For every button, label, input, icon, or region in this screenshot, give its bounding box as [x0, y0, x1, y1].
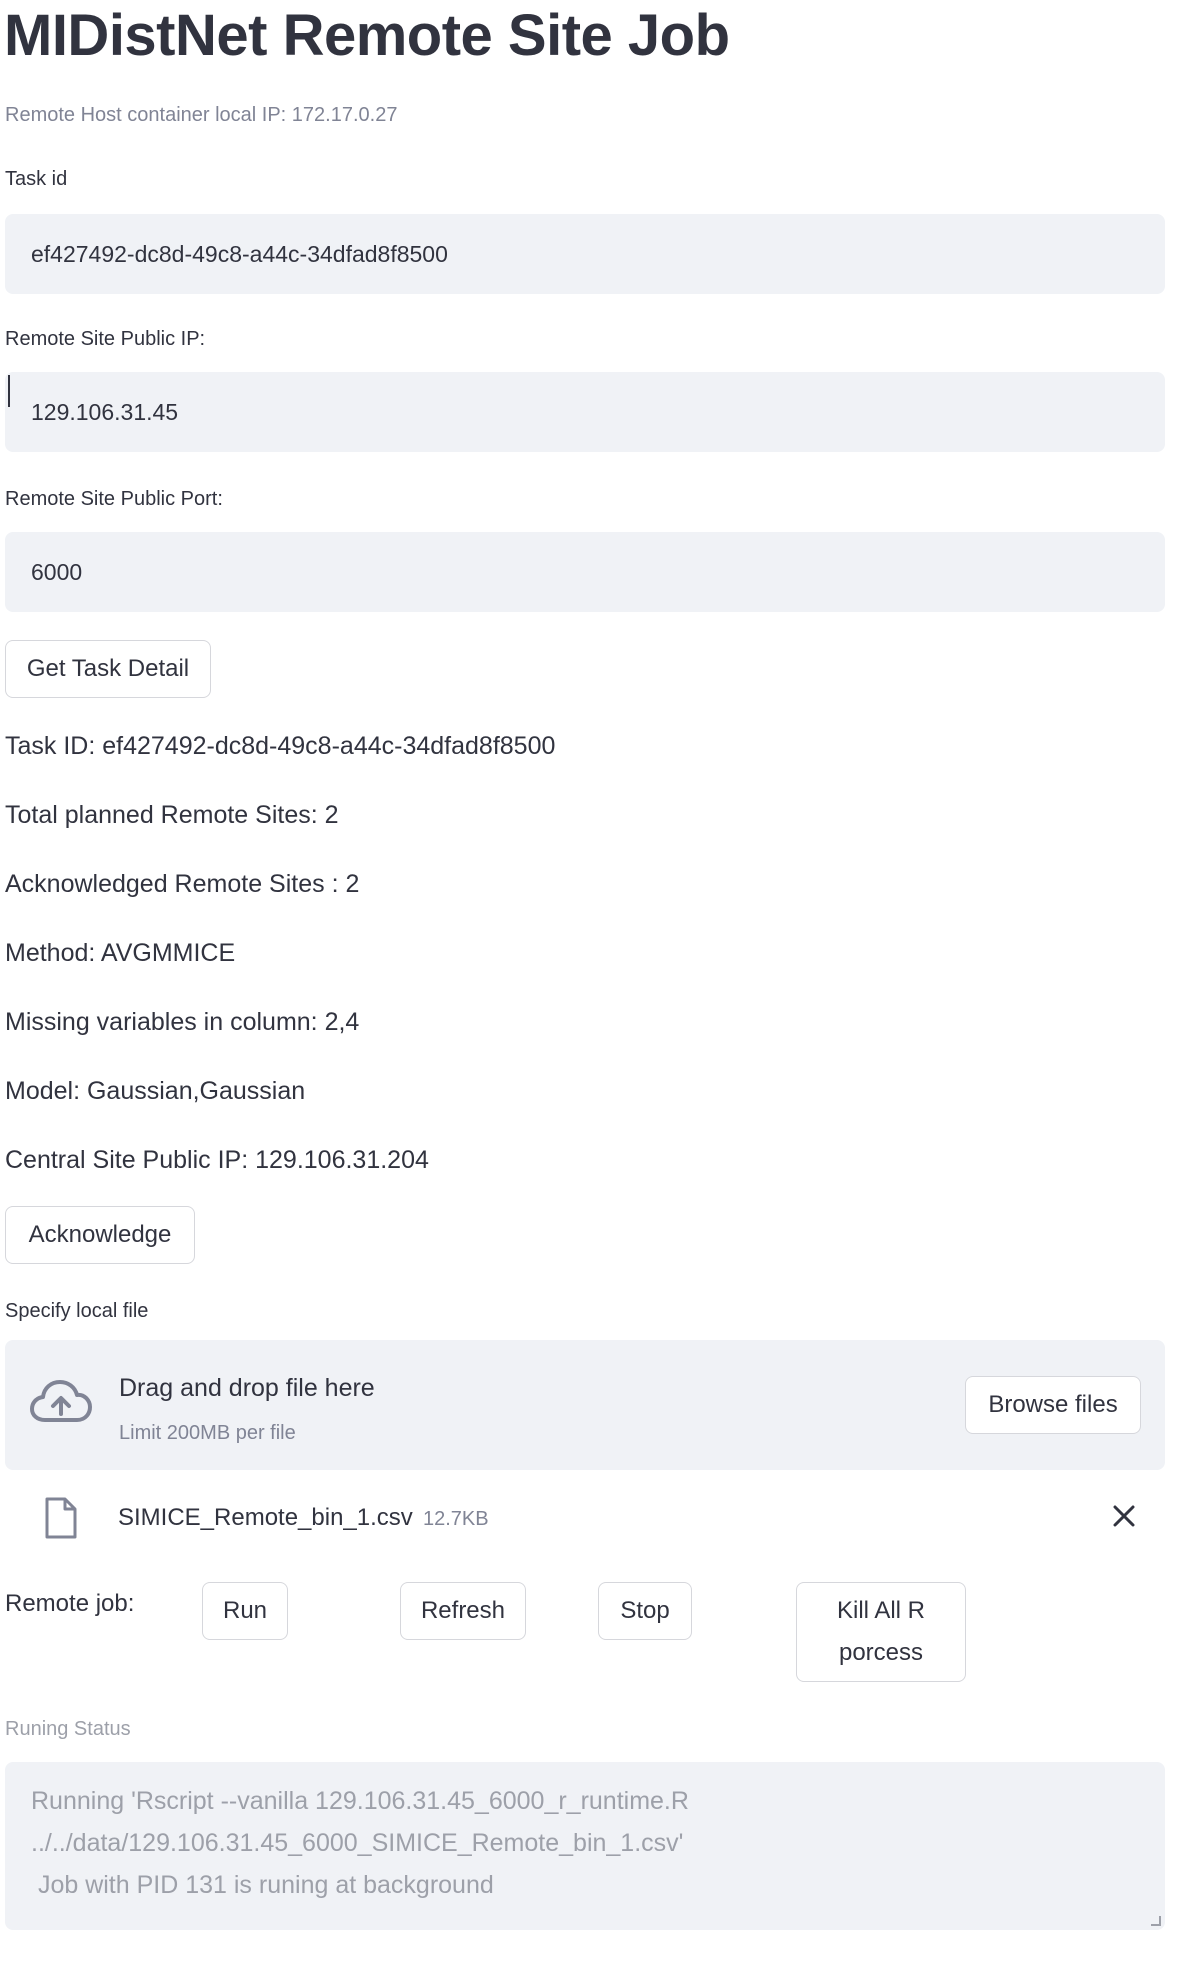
browse-files-button[interactable]: Browse files [965, 1376, 1141, 1434]
public-ip-label: Remote Site Public IP: [5, 328, 206, 350]
task-detail-ack-sites: Acknowledged Remote Sites : 2 [5, 870, 360, 898]
public-ip-input[interactable]: 129.106.31.45 [5, 372, 1165, 452]
run-button[interactable]: Run [202, 1582, 288, 1640]
file-icon [44, 1496, 78, 1540]
uploaded-file-size: 12.7KB [423, 1508, 489, 1530]
task-id-input[interactable]: ef427492-dc8d-49c8-a44c-34dfad8f8500 [5, 214, 1165, 294]
kill-all-r-process-button[interactable]: Kill All R porcess [796, 1582, 966, 1682]
task-detail-missing-vars: Missing variables in column: 2,4 [5, 1008, 360, 1036]
cloud-upload-icon [29, 1378, 93, 1430]
task-detail-id: Task ID: ef427492-dc8d-49c8-a44c-34dfad8… [5, 732, 556, 760]
local-file-label: Specify local file [5, 1300, 149, 1322]
text-cursor [8, 375, 10, 407]
task-id-label: Task id [5, 168, 68, 190]
task-detail-central-ip: Central Site Public IP: 129.106.31.204 [5, 1146, 429, 1174]
public-port-input[interactable]: 6000 [5, 532, 1165, 612]
refresh-button[interactable]: Refresh [400, 1582, 526, 1640]
status-line-1: Running 'Rscript --vanilla 129.106.31.45… [31, 1787, 689, 1815]
resize-handle[interactable] [1151, 1916, 1161, 1926]
acknowledge-button[interactable]: Acknowledge [5, 1206, 195, 1264]
file-dropzone[interactable]: Drag and drop file here Limit 200MB per … [5, 1340, 1165, 1470]
status-line-3: Job with PID 131 is runing at background [31, 1871, 494, 1899]
drop-text: Drag and drop file here [119, 1374, 375, 1402]
remote-job-label: Remote job: [5, 1590, 135, 1617]
task-detail-model: Model: Gaussian,Gaussian [5, 1077, 306, 1105]
task-detail-method: Method: AVGMMICE [5, 939, 236, 967]
host-ip-caption: Remote Host container local IP: 172.17.0… [5, 104, 398, 126]
get-task-detail-button[interactable]: Get Task Detail [5, 640, 211, 698]
running-status-textarea[interactable]: Running 'Rscript --vanilla 129.106.31.45… [5, 1762, 1165, 1930]
kill-button-line2: porcess [838, 1639, 924, 1666]
stop-button[interactable]: Stop [598, 1582, 692, 1640]
close-icon[interactable] [1108, 1500, 1140, 1532]
kill-button-line1: Kill All R [836, 1597, 926, 1624]
task-detail-total-sites: Total planned Remote Sites: 2 [5, 801, 339, 829]
public-port-label: Remote Site Public Port: [5, 488, 223, 510]
running-status-label: Runing Status [5, 1718, 131, 1740]
uploaded-file-name: SIMICE_Remote_bin_1.csv [118, 1504, 413, 1531]
status-line-2: ../../data/129.106.31.45_6000_SIMICE_Rem… [31, 1829, 684, 1857]
limit-text: Limit 200MB per file [119, 1422, 296, 1444]
page-title: MIDistNet Remote Site Job [4, 3, 730, 68]
